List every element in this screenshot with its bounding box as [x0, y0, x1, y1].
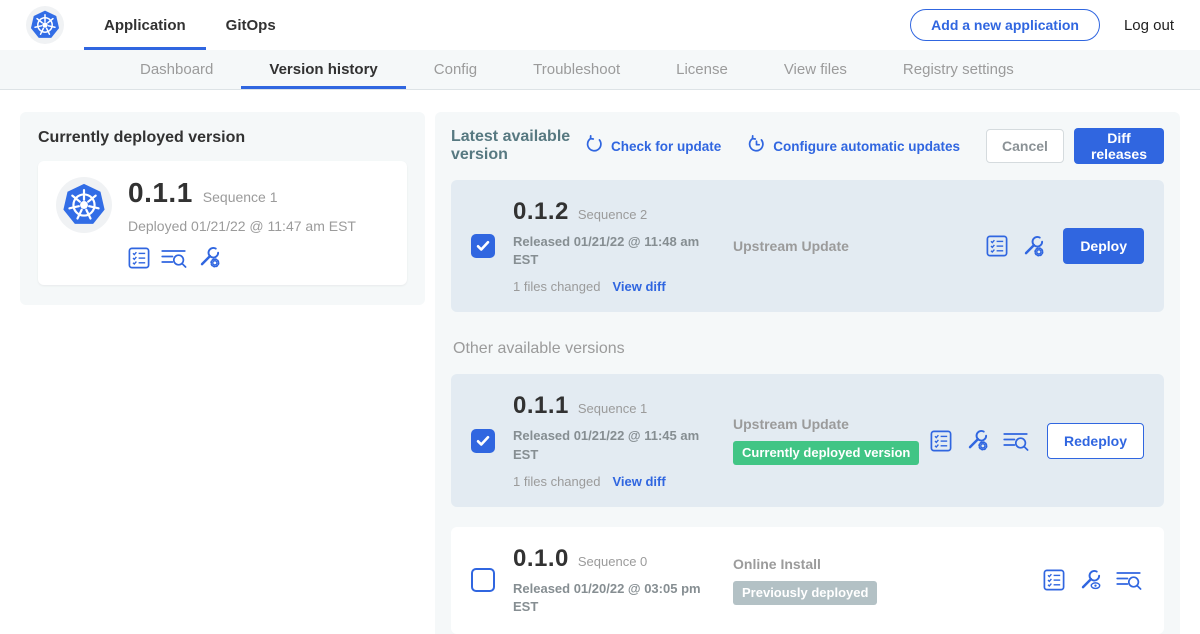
version-sequence: Sequence 0	[578, 554, 647, 569]
check-for-update-link[interactable]: Check for update	[585, 135, 721, 157]
tab-gitops[interactable]: GitOps	[206, 0, 296, 50]
currently-deployed-badge: Currently deployed version	[733, 441, 919, 465]
subnav-item-view-files[interactable]: View files	[756, 50, 875, 89]
released-timestamp: Released 01/21/22 @ 11:45 am EST	[513, 427, 705, 463]
version-checkbox-0-1-2[interactable]	[471, 234, 495, 258]
edit-config-icon[interactable]	[198, 246, 221, 269]
latest-available-header: Latest available version Check for updat…	[451, 128, 1164, 164]
tab-gitops-label: GitOps	[226, 17, 276, 34]
subnav-item-version-history[interactable]: Version history	[241, 50, 405, 89]
version-source-col: Online Install Previously deployed	[733, 556, 1043, 605]
version-row-0-1-0: 0.1.0 Sequence 0 Released 01/20/22 @ 03:…	[451, 527, 1164, 634]
tab-application[interactable]: Application	[84, 0, 206, 50]
version-info: 0.1.2 Sequence 2 Released 01/21/22 @ 11:…	[513, 198, 705, 294]
deployed-version-number: 0.1.1	[128, 177, 193, 209]
topnav-right: Add a new application Log out	[910, 9, 1174, 41]
deployed-timestamp: Deployed 01/21/22 @ 11:47 am EST	[128, 218, 356, 234]
deployed-sequence: Sequence 1	[203, 189, 278, 205]
version-source-col: Upstream Update Currently deployed versi…	[733, 416, 930, 465]
files-changed-line: 1 files changed View diff	[513, 279, 705, 294]
check-icon	[476, 434, 490, 448]
version-source-col: Upstream Update	[733, 238, 986, 254]
version-source: Upstream Update	[733, 416, 930, 432]
released-timestamp: Released 01/20/22 @ 03:05 pm EST	[513, 580, 705, 616]
version-number: 0.1.1	[513, 392, 569, 420]
version-source: Online Install	[733, 556, 1043, 572]
view-diff-link[interactable]: View diff	[612, 279, 665, 294]
deployed-version-info: 0.1.1 Sequence 1 Deployed 01/21/22 @ 11:…	[128, 177, 356, 269]
version-number: 0.1.0	[513, 545, 569, 573]
refresh-icon	[585, 135, 604, 157]
tab-application-label: Application	[104, 17, 186, 34]
deploy-button[interactable]: Deploy	[1063, 228, 1144, 264]
subnav-item-config[interactable]: Config	[406, 50, 505, 89]
deployed-action-icons	[128, 246, 356, 269]
auto-update-clock-icon	[747, 135, 766, 157]
main-content: Currently deployed version	[0, 90, 1200, 634]
previously-deployed-badge: Previously deployed	[733, 581, 877, 605]
version-checkbox-0-1-0[interactable]	[471, 568, 495, 592]
add-new-application-button[interactable]: Add a new application	[910, 9, 1100, 41]
version-action-icons	[986, 235, 1045, 258]
other-available-versions-title: Other available versions	[453, 340, 1162, 358]
check-icon	[476, 239, 490, 253]
version-sequence: Sequence 2	[578, 207, 647, 222]
configure-automatic-updates-label: Configure automatic updates	[773, 139, 960, 154]
preflight-checks-icon[interactable]	[1043, 569, 1065, 591]
version-number: 0.1.2	[513, 198, 569, 226]
subnav-item-license[interactable]: License	[648, 50, 756, 89]
subnav-item-dashboard[interactable]: Dashboard	[112, 50, 241, 89]
version-history-panel: Latest available version Check for updat…	[435, 112, 1180, 634]
configure-automatic-updates-link[interactable]: Configure automatic updates	[747, 135, 960, 157]
edit-config-icon[interactable]	[966, 429, 989, 452]
preflight-checks-icon[interactable]	[128, 247, 150, 269]
edit-config-icon[interactable]	[1022, 235, 1045, 258]
redeploy-button[interactable]: Redeploy	[1047, 423, 1144, 459]
view-diff-link[interactable]: View diff	[612, 474, 665, 489]
deploy-logs-icon[interactable]	[1003, 430, 1029, 452]
currently-deployed-card: 0.1.1 Sequence 1 Deployed 01/21/22 @ 11:…	[38, 161, 407, 285]
kots-admin-console: Application GitOps Add a new application…	[0, 0, 1200, 634]
version-action-icons	[930, 429, 1029, 452]
subnav-item-troubleshoot[interactable]: Troubleshoot	[505, 50, 648, 89]
preflight-checks-icon[interactable]	[930, 430, 952, 452]
kubernetes-logo-icon[interactable]	[26, 6, 64, 44]
subnav-item-registry-settings[interactable]: Registry settings	[875, 50, 1042, 89]
currently-deployed-panel: Currently deployed version	[20, 112, 425, 305]
released-timestamp: Released 01/21/22 @ 11:48 am EST	[513, 233, 705, 269]
version-source: Upstream Update	[733, 238, 986, 254]
version-row-0-1-1: 0.1.1 Sequence 1 Released 01/21/22 @ 11:…	[451, 374, 1164, 506]
kubernetes-app-icon	[56, 177, 112, 233]
logout-link[interactable]: Log out	[1124, 17, 1174, 34]
version-info: 0.1.1 Sequence 1 Released 01/21/22 @ 11:…	[513, 392, 705, 488]
files-changed: 1 files changed	[513, 474, 600, 489]
cancel-button[interactable]: Cancel	[986, 129, 1064, 163]
version-checkbox-0-1-1[interactable]	[471, 429, 495, 453]
version-row-0-1-2: 0.1.2 Sequence 2 Released 01/21/22 @ 11:…	[451, 180, 1164, 312]
deploy-logs-icon[interactable]	[1116, 569, 1142, 591]
preflight-checks-icon[interactable]	[986, 235, 1008, 257]
version-info: 0.1.0 Sequence 0 Released 01/20/22 @ 03:…	[513, 545, 705, 616]
files-changed: 1 files changed	[513, 279, 600, 294]
files-changed-line: 1 files changed View diff	[513, 474, 705, 489]
version-action-icons	[1043, 569, 1142, 592]
view-config-icon[interactable]	[1079, 569, 1102, 592]
app-subnav: Dashboard Version history Config Trouble…	[0, 50, 1200, 90]
top-navbar: Application GitOps Add a new application…	[0, 0, 1200, 50]
app-mode-tabs: Application GitOps	[84, 0, 296, 50]
diff-releases-button[interactable]: Diff releases	[1074, 128, 1164, 164]
deploy-logs-icon[interactable]	[161, 247, 187, 269]
currently-deployed-title: Currently deployed version	[38, 129, 407, 147]
version-sequence: Sequence 1	[578, 401, 647, 416]
latest-available-title: Latest available version	[451, 128, 571, 164]
check-for-update-label: Check for update	[611, 139, 721, 154]
